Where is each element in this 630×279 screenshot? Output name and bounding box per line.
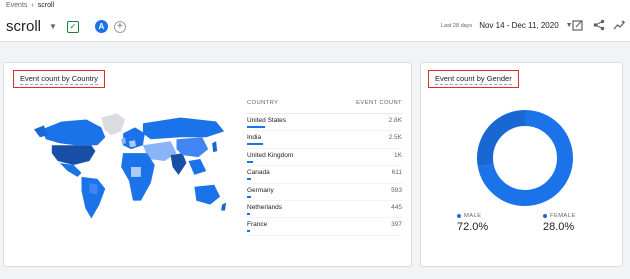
share-bar bbox=[247, 143, 263, 146]
world-map[interactable] bbox=[32, 105, 230, 225]
chevron-right-icon: › bbox=[31, 2, 34, 9]
table-row[interactable]: India 2.5K bbox=[247, 131, 402, 149]
date-range-sublabel: Last 28 days bbox=[441, 22, 473, 29]
share-bar bbox=[247, 160, 253, 163]
date-range-value: Nov 14 - Dec 11, 2020 bbox=[479, 21, 559, 30]
male-dot-icon bbox=[457, 214, 461, 218]
country-name: Canada bbox=[247, 169, 270, 177]
table-header: COUNTRY EVENT COUNT bbox=[247, 100, 402, 114]
column-header-country[interactable]: COUNTRY bbox=[247, 100, 278, 113]
page-header: Events › scroll scroll ▼ ✓ A + Last 28 d… bbox=[0, 0, 630, 42]
gender-card-title[interactable]: Event count by Gender bbox=[428, 70, 519, 88]
date-range-picker[interactable]: Last 28 days Nov 14 - Dec 11, 2020 ▼ bbox=[441, 21, 573, 30]
country-card-title[interactable]: Event count by Country bbox=[13, 70, 105, 88]
share-icon[interactable] bbox=[592, 18, 605, 31]
event-count-value: 1K bbox=[394, 151, 402, 159]
legend-female: FEMALE 28.0% bbox=[543, 213, 623, 233]
legend-male: MALE 72.0% bbox=[457, 213, 537, 233]
event-count-value: 593 bbox=[391, 186, 402, 194]
table-row[interactable]: France 397 bbox=[247, 218, 402, 236]
gender-card: Event count by Gender MALE 72.0% FEMALE … bbox=[420, 62, 623, 267]
table-row[interactable]: Germany 593 bbox=[247, 184, 402, 201]
share-bar bbox=[247, 178, 251, 181]
country-name: Netherlands bbox=[247, 203, 283, 211]
column-header-event-count[interactable]: EVENT COUNT bbox=[356, 100, 402, 113]
event-count-value: 2.5K bbox=[388, 134, 402, 142]
event-count-value: 397 bbox=[391, 221, 402, 229]
legend-male-label: MALE bbox=[464, 213, 482, 219]
insights-icon[interactable] bbox=[613, 18, 626, 31]
country-name: Germany bbox=[247, 186, 274, 194]
country-name: India bbox=[247, 134, 262, 142]
country-table: COUNTRY EVENT COUNT United States 2.8K Ind… bbox=[247, 100, 402, 236]
breadcrumb-parent[interactable]: Events bbox=[6, 2, 27, 9]
country-name: France bbox=[247, 221, 268, 229]
add-comparison-button[interactable]: + bbox=[113, 20, 126, 33]
customize-report-icon[interactable] bbox=[571, 18, 584, 31]
event-count-value: 445 bbox=[391, 203, 402, 211]
table-row[interactable]: United Kingdom 1K bbox=[247, 149, 402, 167]
page-title: scroll bbox=[6, 18, 42, 35]
table-row[interactable]: Canada 611 bbox=[247, 166, 402, 184]
gender-donut-chart[interactable] bbox=[470, 103, 580, 213]
table-row[interactable]: United States 2.8K bbox=[247, 114, 402, 132]
country-name: United States bbox=[247, 117, 287, 124]
country-card: Event count by Country COUNTRY EVENT COU… bbox=[3, 62, 412, 267]
legend-female-label: FEMALE bbox=[550, 213, 576, 219]
legend-male-value: 72.0% bbox=[457, 221, 489, 233]
country-name: United Kingdom bbox=[247, 151, 294, 159]
breadcrumb: Events › scroll bbox=[6, 2, 54, 9]
comparison-avatar[interactable]: A bbox=[94, 20, 108, 33]
legend-female-value: 28.0% bbox=[543, 221, 575, 233]
title-dropdown-icon[interactable]: ▼ bbox=[49, 22, 57, 31]
breadcrumb-current: scroll bbox=[37, 2, 55, 9]
share-bar bbox=[247, 126, 265, 128]
share-bar bbox=[247, 230, 250, 233]
event-count-value: 2.8K bbox=[388, 117, 402, 124]
share-bar bbox=[247, 195, 251, 198]
female-dot-icon bbox=[543, 214, 547, 218]
share-bar bbox=[247, 212, 250, 215]
report-status-icon[interactable]: ✓ bbox=[66, 20, 79, 33]
table-row[interactable]: Netherlands 445 bbox=[247, 201, 402, 219]
event-count-value: 611 bbox=[391, 169, 402, 177]
